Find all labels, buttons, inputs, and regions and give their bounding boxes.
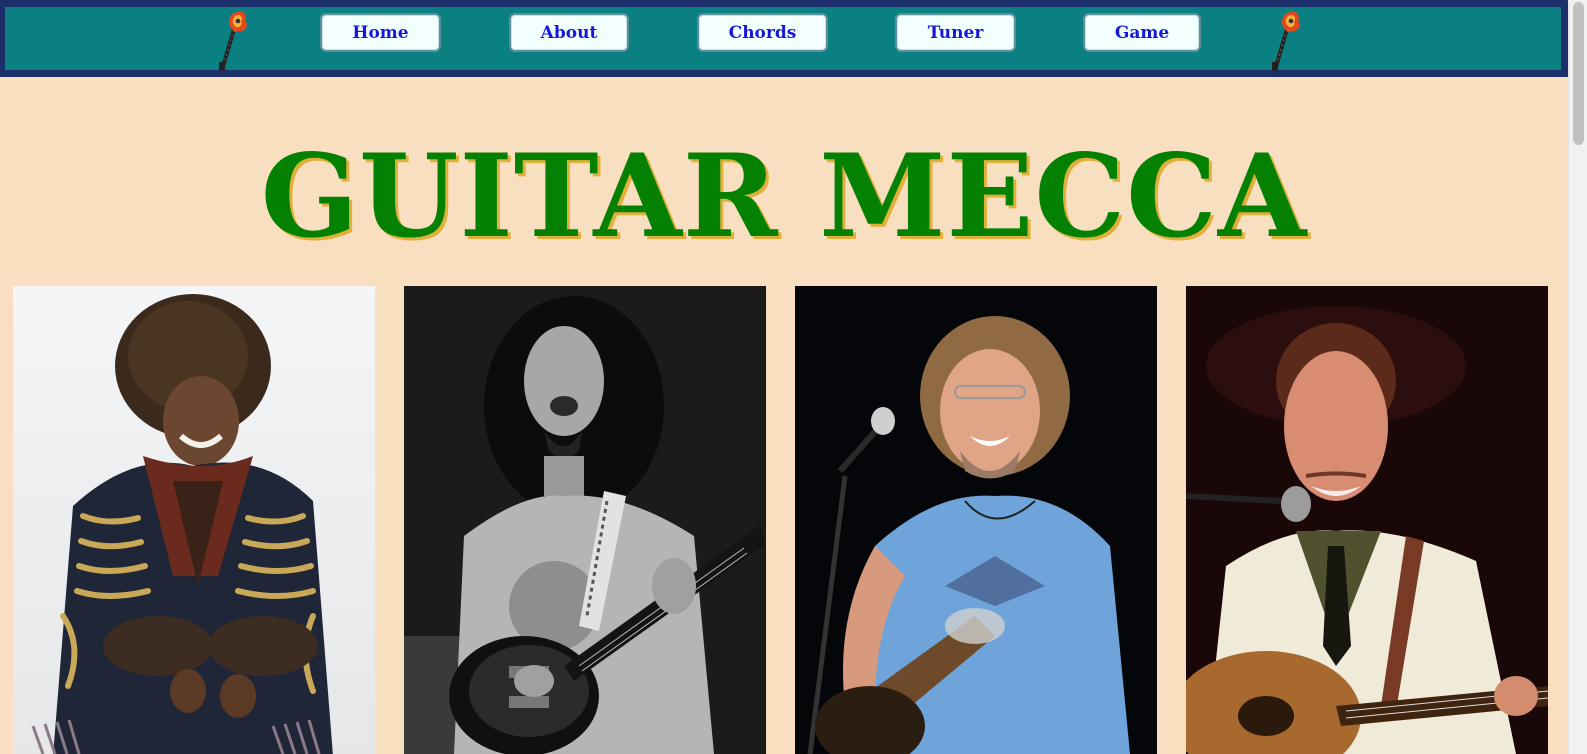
nav-home-button[interactable]: Home [320, 13, 441, 52]
top-navbar: Home About Chords Tuner Game [0, 0, 1568, 77]
nav-about-button[interactable]: About [509, 13, 629, 52]
nav-chords-button[interactable]: Chords [697, 13, 828, 52]
page-scrollbar[interactable] [1568, 0, 1587, 754]
guitarist-photo-2 [404, 286, 766, 754]
navbar-inner: Home About Chords Tuner Game [5, 7, 1561, 71]
nav-game-button[interactable]: Game [1083, 13, 1201, 52]
guitarist-photo-3 [795, 286, 1157, 754]
guitarist-photo-4 [1186, 286, 1548, 754]
page-title: GUITAR MECCA [260, 129, 1308, 263]
guitar-icon [219, 11, 247, 71]
guitarist-photo-1 [13, 286, 375, 754]
scrollbar-thumb[interactable] [1573, 2, 1584, 145]
guitar-icon [1272, 11, 1300, 71]
nav-tuner-button[interactable]: Tuner [895, 13, 1016, 52]
